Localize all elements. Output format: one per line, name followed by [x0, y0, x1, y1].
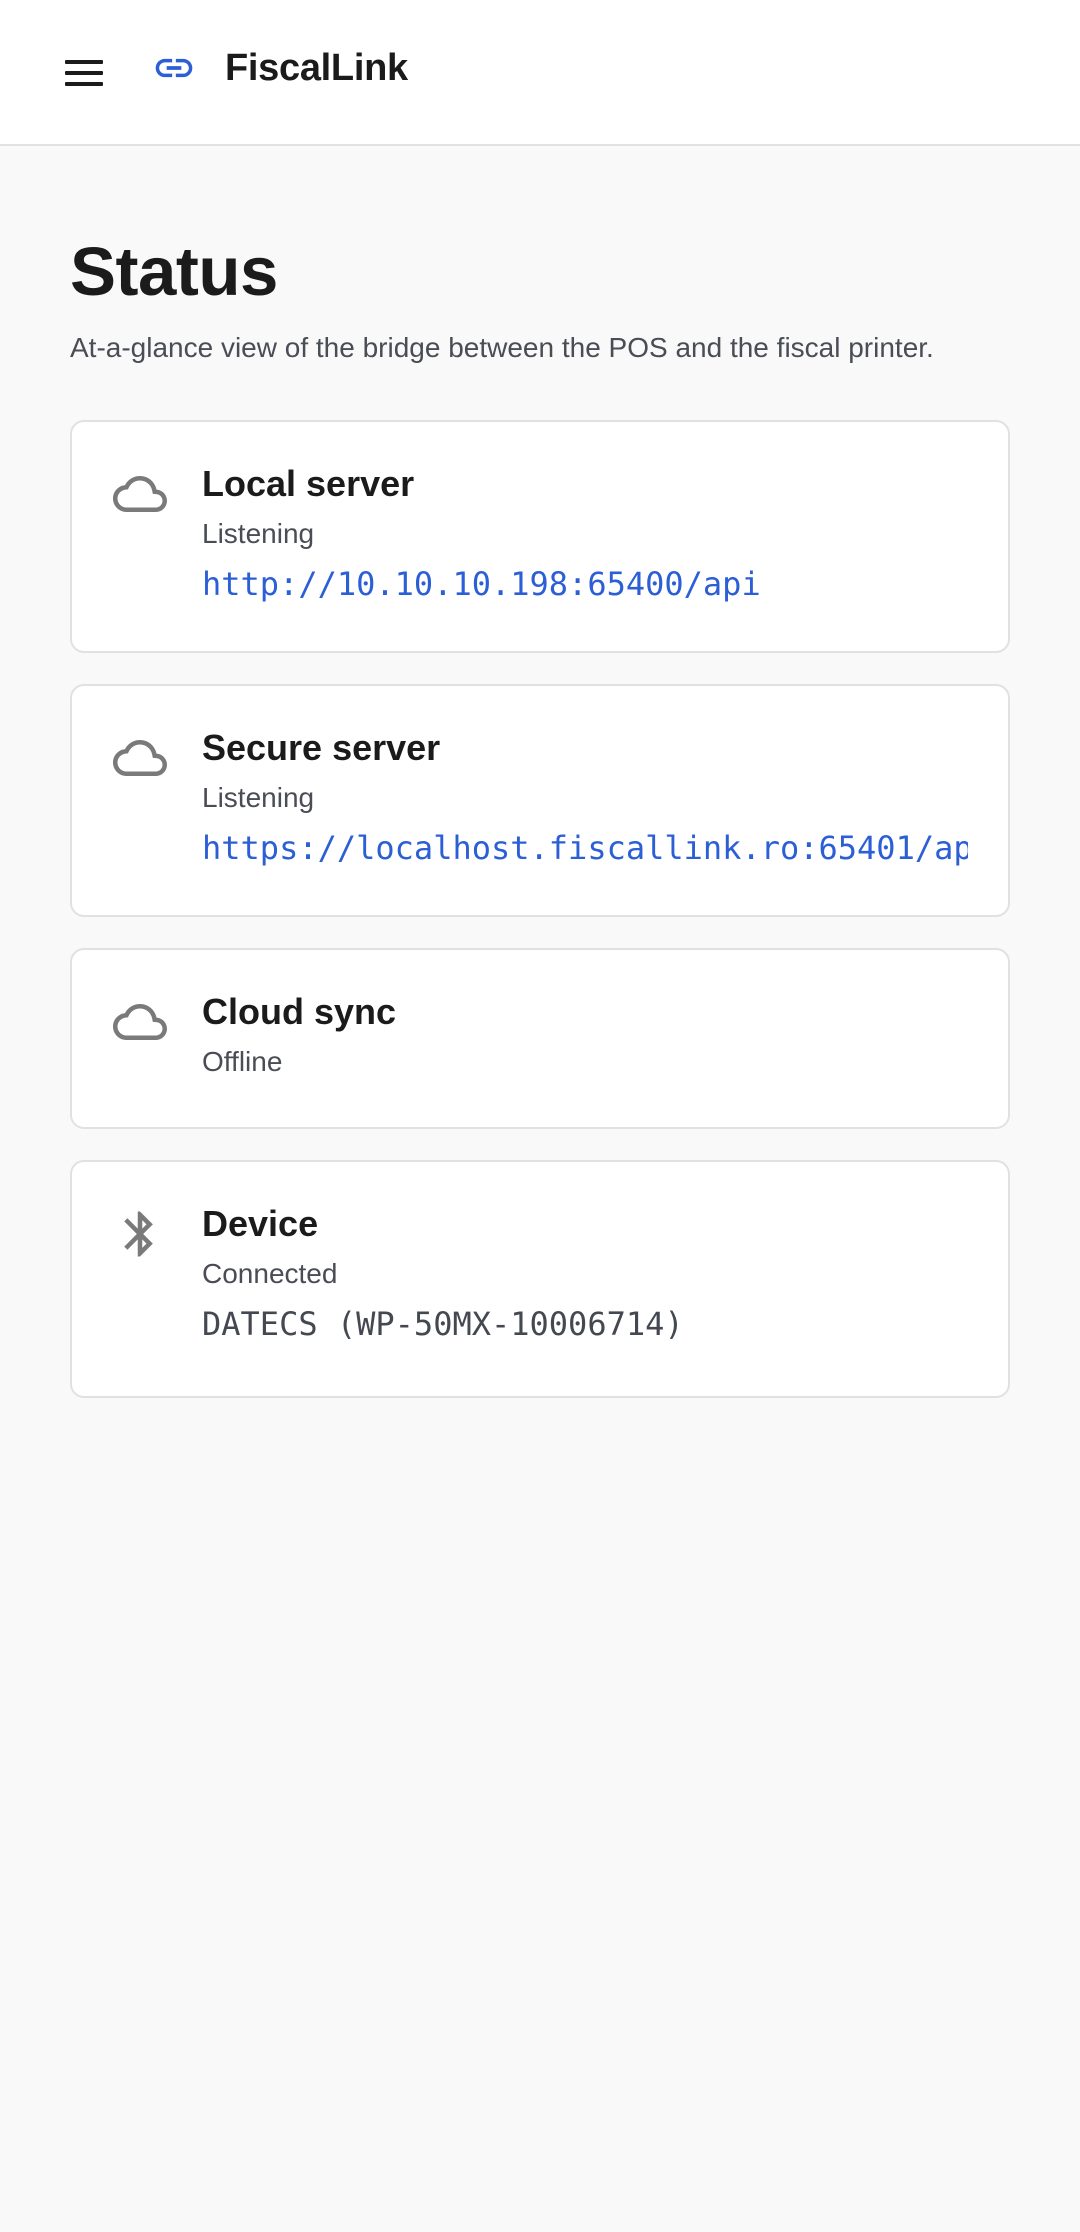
page-title: Status	[70, 233, 278, 310]
link-icon	[152, 46, 196, 90]
card-title: Device	[202, 1203, 319, 1244]
menu-icon	[65, 60, 103, 86]
card-title: Cloud sync	[202, 991, 397, 1032]
card-status: Listening	[202, 518, 315, 549]
card-status: Connected	[202, 1258, 338, 1289]
cloud-sync-card: Cloud sync Offline	[70, 948, 1010, 1129]
device-identifier: DATECS (WP-50MX-10006714)	[202, 1305, 684, 1343]
cloud-icon	[112, 730, 168, 786]
card-status: Listening	[202, 782, 315, 813]
top-app-bar: FiscalLink	[0, 0, 1080, 146]
brand: FiscalLink	[152, 46, 408, 90]
menu-button[interactable]	[50, 40, 120, 106]
secure-server-card: Secure server Listening https://localhos…	[70, 684, 1010, 917]
card-status: Offline	[202, 1046, 283, 1077]
cloud-icon	[112, 994, 168, 1050]
cloud-icon	[112, 466, 168, 522]
server-url-link[interactable]: http://10.10.10.198:65400/api	[202, 564, 968, 604]
card-title: Secure server	[202, 727, 441, 768]
device-card: Device Connected DATECS (WP-50MX-1000671…	[70, 1160, 1010, 1398]
app-name: FiscalLink	[225, 46, 408, 89]
page-subtitle: At-a-glance view of the bridge between t…	[70, 332, 934, 363]
card-title: Local server	[202, 463, 415, 504]
local-server-card: Local server Listening http://10.10.10.1…	[70, 420, 1010, 653]
status-cards: Local server Listening http://10.10.10.1…	[70, 420, 1010, 1398]
bluetooth-icon	[112, 1206, 168, 1262]
main-content: Status At-a-glance view of the bridge be…	[0, 146, 1080, 1398]
server-url-link[interactable]: https://localhost.fiscallink.ro:65401/ap…	[202, 828, 968, 868]
